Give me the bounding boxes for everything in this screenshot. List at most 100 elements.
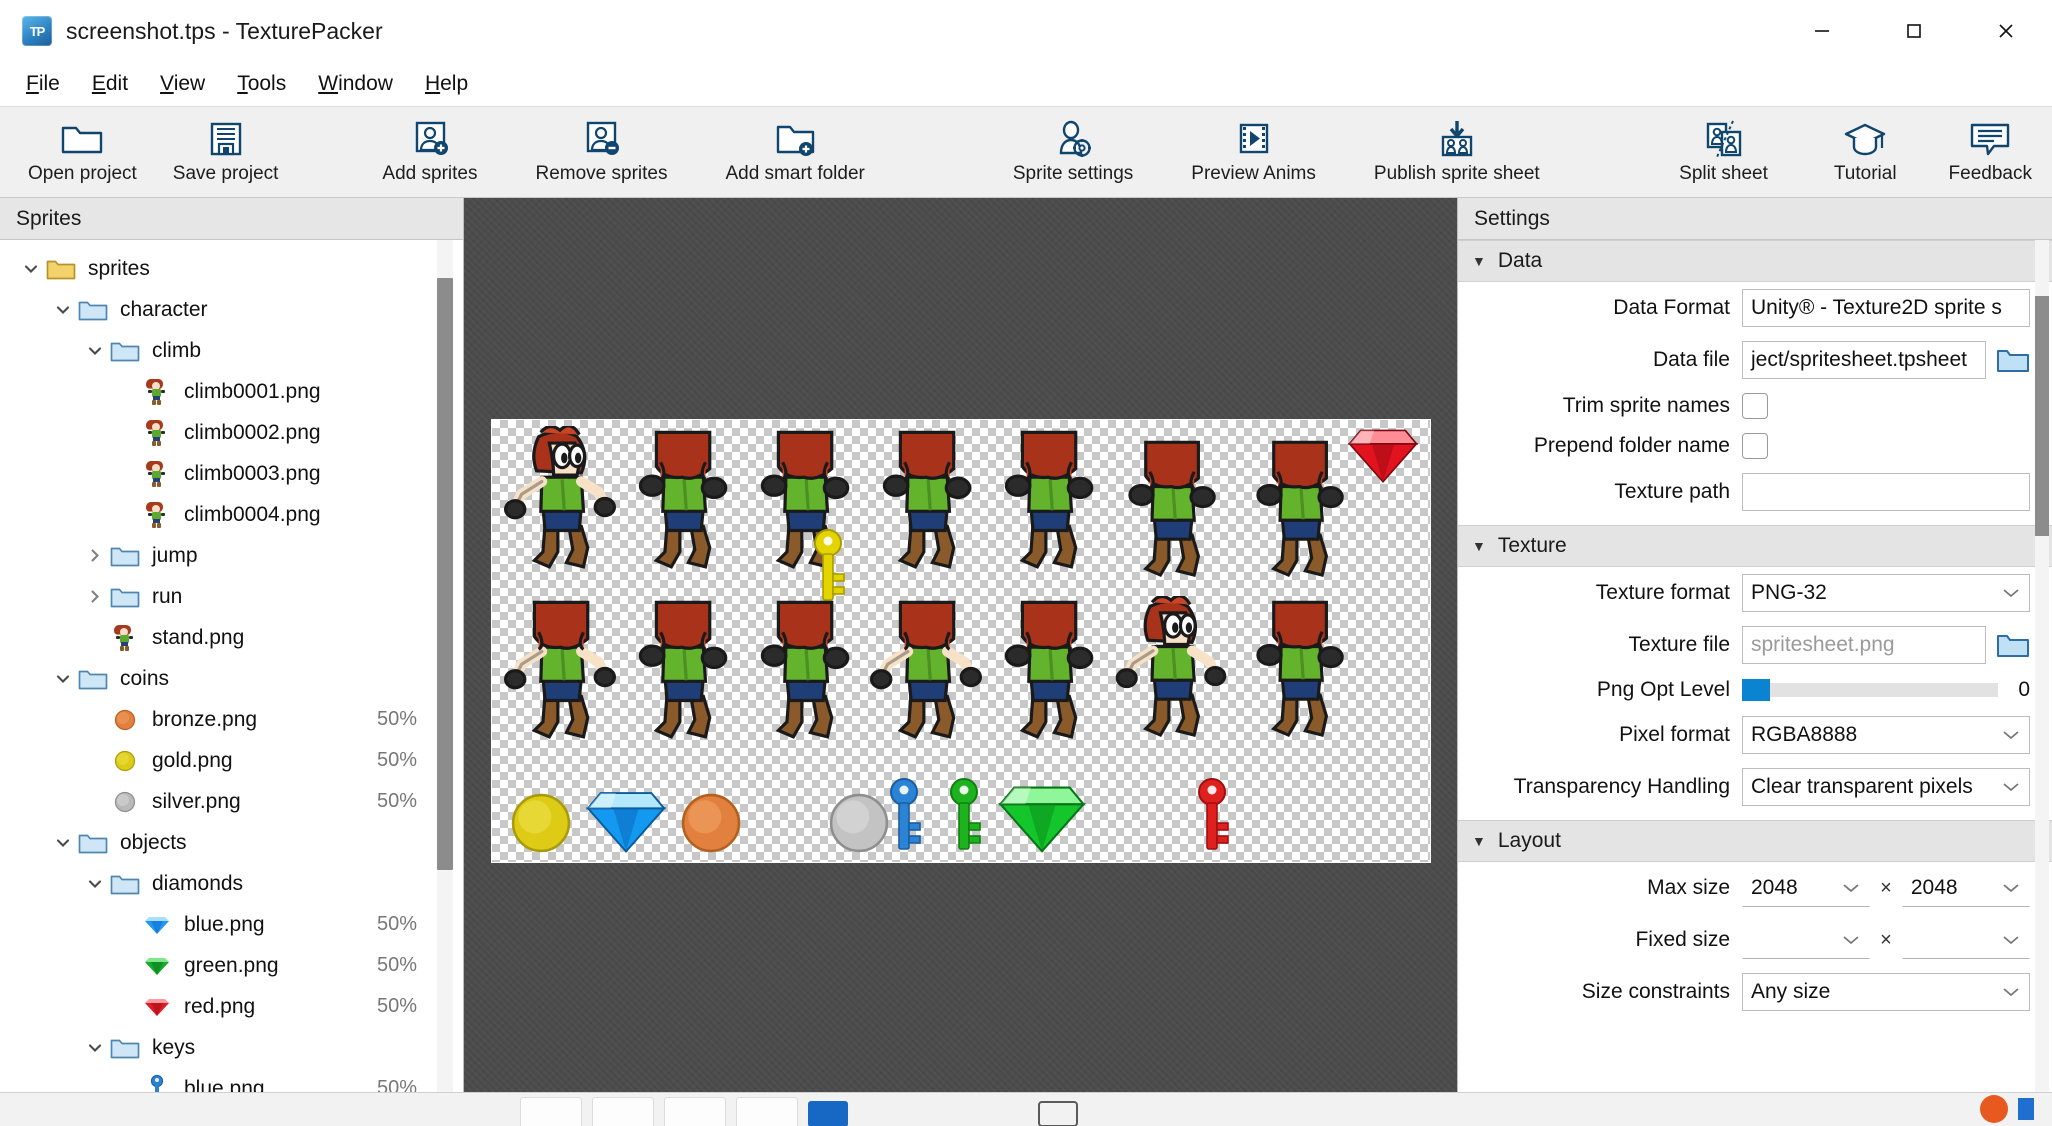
sprite-sheet-preview[interactable] [490,419,1431,863]
menu-edit[interactable]: Edit [76,67,144,101]
tree-item-sprite[interactable]: climb0004.png [0,494,463,535]
taskbar-window-icon[interactable] [1038,1101,1078,1126]
pixel-format-select[interactable]: RGBA8888 [1742,716,2030,754]
sprite-sheet-item[interactable] [1240,436,1358,594]
chevron-right-icon[interactable] [82,588,108,606]
fixed-size-width-select[interactable] [1742,921,1871,959]
sprites-scrollbar-thumb[interactable] [437,278,453,870]
tree-item-folder[interactable]: diamonds [0,863,463,904]
tree-item-sprite[interactable]: blue.png 50% [0,904,463,945]
toolbar-sprite-settings[interactable]: Sprite settings [1003,106,1143,198]
png-opt-level-handle[interactable] [1742,679,1770,701]
toolbar-remove-sprites[interactable]: Remove sprites [525,106,677,198]
sprite-sheet-item[interactable] [622,426,742,586]
toolbar-split-sheet[interactable]: Split sheet [1669,106,1778,198]
sprite-sheet-item[interactable] [828,792,890,854]
fixed-size-height-select[interactable] [1901,921,2030,959]
transparency-handling-select[interactable]: Clear transparent pixels [1742,768,2030,806]
toolbar-publish-sprite-sheet[interactable]: Publish sprite sheet [1364,106,1550,198]
sprite-sheet-canvas[interactable] [464,198,1457,1092]
sprite-sheet-item[interactable] [500,424,620,586]
sprite-sheet-item[interactable] [510,792,572,854]
sprite-sheet-item[interactable] [866,596,986,756]
menu-view[interactable]: View [144,67,221,101]
prepend-folder-name-checkbox[interactable] [1742,433,1768,459]
tree-item-folder[interactable]: sprites [0,248,463,289]
sprite-sheet-item[interactable] [1112,594,1230,754]
close-button[interactable] [1960,0,2052,62]
toolbar-add-sprites[interactable]: Add sprites [372,106,487,198]
sprite-sheet-item[interactable] [988,596,1108,756]
tray-icon[interactable] [2018,1098,2034,1120]
sprite-sheet-item[interactable] [808,528,848,604]
settings-scrollbar[interactable] [2035,240,2049,1092]
chevron-down-icon[interactable] [82,875,108,893]
section-header-texture[interactable]: ▼ Texture [1458,525,2052,567]
tree-item-folder[interactable]: objects [0,822,463,863]
max-size-width-select[interactable]: 2048 [1742,869,1871,907]
taskbar-active-item[interactable] [808,1101,848,1126]
tray-icon[interactable] [1980,1095,2008,1123]
chevron-down-icon[interactable] [50,834,76,852]
taskbar-item[interactable] [592,1097,654,1126]
tree-item-sprite[interactable]: bronze.png 50% [0,699,463,740]
settings-scrollbar-thumb[interactable] [2035,296,2049,536]
tree-item-sprite[interactable]: gold.png 50% [0,740,463,781]
tree-item-sprite[interactable]: climb0001.png [0,371,463,412]
menu-tools[interactable]: Tools [221,67,302,101]
taskbar-item[interactable] [736,1097,798,1126]
chevron-down-icon[interactable] [18,260,44,278]
texture-path-input[interactable] [1742,473,2030,511]
tree-item-folder[interactable]: run [0,576,463,617]
sprite-sheet-item[interactable] [996,782,1088,854]
tree-item-folder[interactable]: jump [0,535,463,576]
tree-item-folder[interactable]: climb [0,330,463,371]
sprite-sheet-item[interactable] [944,776,984,854]
toolbar-open-project[interactable]: Open project [18,106,147,198]
sprite-sheet-item[interactable] [1192,776,1232,854]
chevron-down-icon[interactable] [82,1039,108,1057]
png-opt-level-slider[interactable] [1742,679,1999,701]
toolbar-preview-anims[interactable]: Preview Anims [1181,106,1326,198]
tree-item-sprite[interactable]: green.png 50% [0,945,463,986]
data-format-select[interactable]: Unity® - Texture2D sprite s [1742,289,2030,327]
chevron-down-icon[interactable] [50,301,76,319]
toolbar-feedback[interactable]: Feedback [1939,106,2042,198]
chevron-right-icon[interactable] [82,547,108,565]
section-header-data[interactable]: ▼ Data [1458,240,2052,282]
tree-item-folder[interactable]: character [0,289,463,330]
sprite-sheet-item[interactable] [866,426,986,586]
tree-item-sprite[interactable]: blue.png 50% [0,1068,463,1092]
chevron-down-icon[interactable] [82,342,108,360]
texture-file-input[interactable]: spritesheet.png [1742,626,1986,664]
sprite-sheet-item[interactable] [744,596,864,756]
toolbar-tutorial[interactable]: Tutorial [1824,106,1907,198]
menu-help[interactable]: Help [409,67,484,101]
minimize-button[interactable] [1776,0,1868,62]
tree-item-sprite[interactable]: red.png 50% [0,986,463,1027]
max-size-height-select[interactable]: 2048 [1901,869,2030,907]
texture-file-browse-button[interactable] [1996,631,2030,659]
taskbar-item[interactable] [520,1097,582,1126]
tree-item-sprite[interactable]: stand.png [0,617,463,658]
tree-item-sprite[interactable]: climb0003.png [0,453,463,494]
sprite-sheet-item[interactable] [1240,596,1358,754]
tree-item-sprite[interactable]: silver.png 50% [0,781,463,822]
toolbar-add-smart-folder[interactable]: Add smart folder [715,106,874,198]
sprite-sheet-item[interactable] [884,776,924,854]
tree-item-folder[interactable]: keys [0,1027,463,1068]
menu-file[interactable]: File [10,67,76,101]
sprite-sheet-item[interactable] [988,426,1108,586]
sprite-sheet-item[interactable] [1112,436,1230,594]
tree-item-folder[interactable]: coins [0,658,463,699]
trim-sprite-names-checkbox[interactable] [1742,393,1768,419]
texture-format-select[interactable]: PNG-32 [1742,574,2030,612]
sprite-sheet-item[interactable] [500,596,620,756]
toolbar-save-project[interactable]: Save project [163,106,289,198]
sprite-sheet-item[interactable] [1346,426,1420,484]
chevron-down-icon[interactable] [50,670,76,688]
sprites-scrollbar[interactable] [437,240,453,1092]
sprite-sheet-item[interactable] [680,792,742,854]
sprite-sheet-item[interactable] [622,596,742,756]
sprite-sheet-item[interactable] [584,788,668,854]
